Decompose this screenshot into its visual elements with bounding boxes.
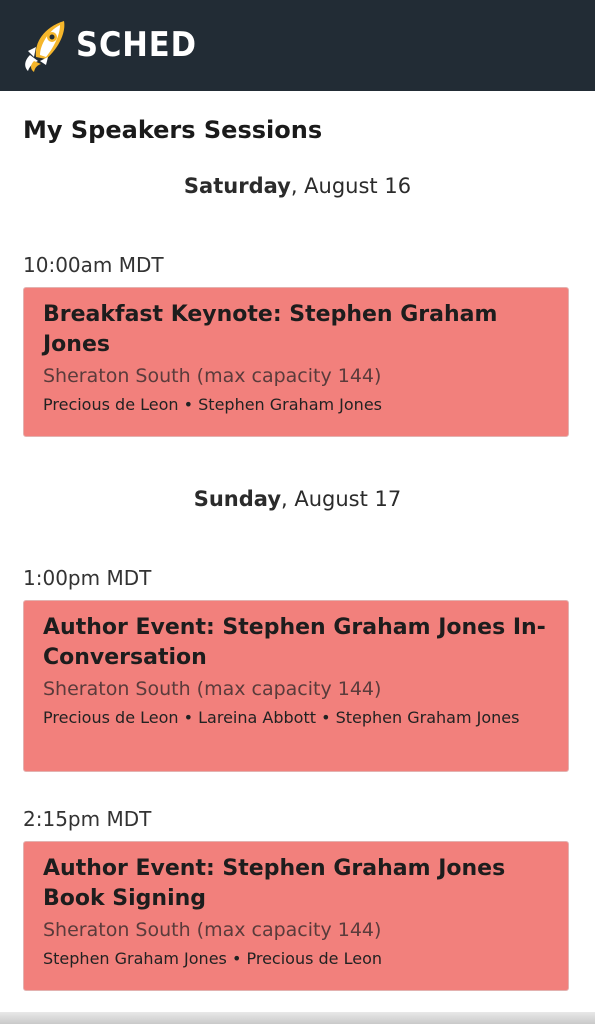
- time-slot-label: 1:00pm MDT: [23, 566, 152, 590]
- session-venue: Sheraton South (max capacity 144): [43, 678, 382, 700]
- session-title[interactable]: Author Event: Stephen Graham Jones Book …: [43, 854, 549, 914]
- sched-logo[interactable]: SCHED: [20, 17, 210, 73]
- top-navigation-bar: SCHED: [0, 0, 595, 91]
- day-date: , August 17: [281, 487, 402, 511]
- day-heading-saturday: Saturday, August 16: [0, 174, 595, 198]
- session-title[interactable]: Breakfast Keynote: Stephen Graham Jones: [43, 300, 549, 360]
- session-card[interactable]: Author Event: Stephen Graham Jones Book …: [23, 841, 569, 991]
- time-slot-label: 2:15pm MDT: [23, 807, 152, 831]
- session-card[interactable]: Author Event: Stephen Graham Jones In-Co…: [23, 600, 569, 772]
- bottom-scroll-edge: [0, 1012, 595, 1024]
- rocket-icon: [25, 21, 65, 72]
- session-venue: Sheraton South (max capacity 144): [43, 365, 382, 387]
- day-date: , August 16: [290, 174, 412, 198]
- day-weekday: Saturday: [183, 174, 291, 198]
- session-card[interactable]: Breakfast Keynote: Stephen Graham Jones …: [23, 287, 569, 437]
- session-title[interactable]: Author Event: Stephen Graham Jones In-Co…: [43, 613, 549, 673]
- day-heading-sunday: Sunday, August 17: [0, 487, 595, 511]
- session-speakers: Precious de Leon • Lareina Abbott • Step…: [43, 708, 520, 727]
- time-slot-label: 10:00am MDT: [23, 253, 164, 277]
- session-speakers: Precious de Leon • Stephen Graham Jones: [43, 395, 382, 414]
- day-weekday: Sunday: [193, 487, 282, 511]
- session-venue: Sheraton South (max capacity 144): [43, 919, 382, 941]
- page-title: My Speakers Sessions: [23, 116, 323, 144]
- brand-name: SCHED: [76, 25, 197, 65]
- session-speakers: Stephen Graham Jones • Precious de Leon: [43, 949, 382, 968]
